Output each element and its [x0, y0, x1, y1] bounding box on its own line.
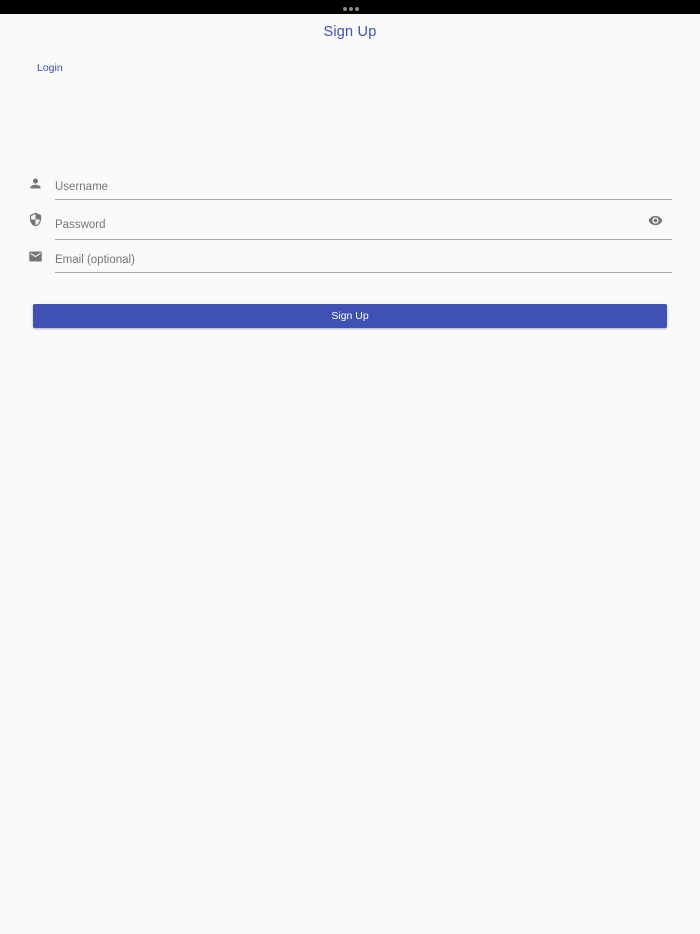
username-input[interactable]: [55, 174, 672, 200]
status-bar: [0, 0, 700, 14]
multitasking-handle[interactable]: [343, 7, 359, 11]
sign-up-button[interactable]: Sign Up: [33, 304, 667, 328]
login-link[interactable]: Login: [37, 62, 63, 74]
page-title: Sign Up: [323, 24, 377, 40]
mail-icon: [28, 249, 43, 264]
password-input[interactable]: [55, 210, 672, 240]
email-input[interactable]: [55, 247, 672, 273]
person-icon: [28, 176, 43, 191]
shield-icon: [28, 212, 43, 227]
app-bar: Sign Up: [0, 14, 700, 52]
eye-icon[interactable]: [648, 213, 663, 228]
